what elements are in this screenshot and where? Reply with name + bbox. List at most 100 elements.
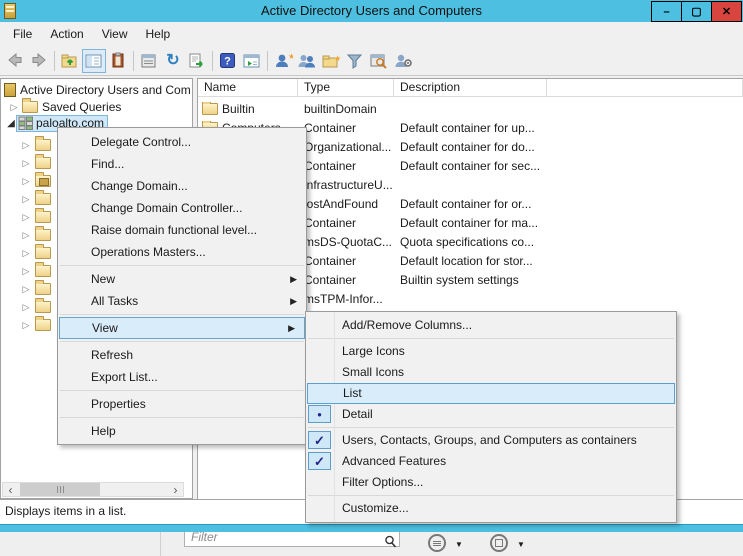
user-settings-icon[interactable] <box>391 49 415 73</box>
back-icon[interactable] <box>3 49 27 73</box>
save-icon <box>495 539 503 547</box>
title-bar: Active Directory Users and Computers – ▢… <box>0 0 743 22</box>
menu-item-new[interactable]: New <box>58 268 306 290</box>
background-divider <box>160 532 161 556</box>
new-group-icon[interactable] <box>295 49 319 73</box>
folder-icon <box>35 319 51 331</box>
folder-icon <box>202 103 218 115</box>
menu-item-operations-masters[interactable]: Operations Masters... <box>58 241 306 263</box>
filter-icon[interactable] <box>343 49 367 73</box>
find-objects-icon[interactable] <box>367 49 391 73</box>
forward-icon[interactable] <box>27 49 51 73</box>
menu-file[interactable]: File <box>4 25 41 43</box>
menu-bar: File Action View Help <box>0 22 743 46</box>
scroll-left-icon[interactable] <box>3 483 18 496</box>
context-menu: Delegate Control... Find... Change Domai… <box>57 127 307 445</box>
submenu-arrow-icon <box>290 290 297 312</box>
up-one-level-icon[interactable] <box>58 49 82 73</box>
menu-item-export-list[interactable]: Export List... <box>58 366 306 388</box>
menu-separator <box>308 338 674 339</box>
save-caret-icon[interactable] <box>517 540 525 549</box>
menu-item-properties[interactable]: Properties <box>58 393 306 415</box>
folder-icon <box>35 157 51 169</box>
view-submenu: Add/Remove Columns... Large Icons Small … <box>305 311 677 523</box>
menu-view[interactable]: View <box>93 25 137 43</box>
properties-window-icon[interactable] <box>137 49 161 73</box>
domain-icon <box>18 116 33 130</box>
menu-item-small-icons[interactable]: Small Icons <box>306 362 676 383</box>
expander-icon[interactable] <box>6 118 16 129</box>
new-ou-icon[interactable]: ★ <box>319 49 343 73</box>
submenu-arrow-icon <box>290 268 297 290</box>
tree-child-item[interactable] <box>21 136 51 154</box>
window-bottom-border <box>0 524 743 532</box>
menu-separator <box>60 417 304 418</box>
show-console-tree-icon[interactable] <box>82 49 106 73</box>
menu-item-filter-options[interactable]: Filter Options... <box>306 472 676 493</box>
tree-child-item[interactable] <box>21 190 51 208</box>
menu-item-add-remove-columns[interactable]: Add/Remove Columns... <box>306 315 676 336</box>
show-window-icon[interactable] <box>240 49 264 73</box>
menu-item-customize[interactable]: Customize... <box>306 498 676 519</box>
export-list-icon[interactable] <box>185 49 209 73</box>
folder-icon <box>35 247 51 259</box>
minimize-button[interactable]: – <box>651 1 682 22</box>
submenu-arrow-icon <box>288 318 295 338</box>
window-title: Active Directory Users and Computers <box>261 3 482 18</box>
tree-root-label: Active Directory Users and Com <box>20 83 191 97</box>
tree-child-item[interactable] <box>21 226 51 244</box>
close-button[interactable]: ✕ <box>711 1 742 22</box>
column-name[interactable]: Name <box>198 79 298 96</box>
scroll-right-icon[interactable] <box>168 483 183 496</box>
status-text: Displays items in a list. <box>5 504 126 518</box>
menu-action[interactable]: Action <box>41 25 92 43</box>
menu-separator <box>308 427 674 428</box>
menu-item-large-icons[interactable]: Large Icons <box>306 341 676 362</box>
menu-item-change-domain[interactable]: Change Domain... <box>58 175 306 197</box>
toolbar: ↻ ? ★ ★ <box>0 46 743 76</box>
menu-item-users-contacts-groups-computers[interactable]: Users, Contacts, Groups, and Computers a… <box>306 430 676 451</box>
menu-item-refresh[interactable]: Refresh <box>58 344 306 366</box>
column-type[interactable]: Type <box>298 79 394 96</box>
maximize-button[interactable]: ▢ <box>681 1 712 22</box>
properties-clipboard-icon[interactable] <box>106 49 130 73</box>
list-options-caret-icon[interactable] <box>455 540 463 549</box>
save-button[interactable] <box>490 534 508 552</box>
tree-root[interactable]: Active Directory Users and Com <box>4 81 191 99</box>
tree-child-item[interactable] <box>21 154 51 172</box>
tree-child-item[interactable] <box>21 298 51 316</box>
menu-separator <box>60 390 304 391</box>
column-description[interactable]: Description <box>394 79 547 96</box>
menu-item-list[interactable]: List <box>307 383 675 404</box>
menu-help[interactable]: Help <box>137 25 180 43</box>
help-icon[interactable]: ? <box>216 49 240 73</box>
tree-child-item[interactable] <box>21 244 51 262</box>
tree-child-item[interactable] <box>21 280 51 298</box>
menu-item-detail[interactable]: Detail <box>306 404 676 425</box>
tree-child-item[interactable] <box>21 262 51 280</box>
tree-child-item[interactable] <box>21 316 51 334</box>
list-row[interactable]: BuiltinbuiltinDomain <box>198 99 743 118</box>
menu-item-raise-domain-functional-level[interactable]: Raise domain functional level... <box>58 219 306 241</box>
menu-item-all-tasks[interactable]: All Tasks <box>58 290 306 312</box>
expander-icon[interactable] <box>9 102 19 113</box>
menu-item-help[interactable]: Help <box>58 420 306 442</box>
menu-item-advanced-features[interactable]: Advanced Features <box>306 451 676 472</box>
horizontal-scrollbar[interactable] <box>2 482 184 497</box>
scrollbar-thumb[interactable] <box>20 483 100 496</box>
folder-icon <box>35 265 51 277</box>
menu-separator <box>60 265 304 266</box>
menu-separator <box>308 495 674 496</box>
menu-item-find[interactable]: Find... <box>58 153 306 175</box>
refresh-icon[interactable]: ↻ <box>161 49 185 73</box>
list-options-button[interactable] <box>428 534 446 552</box>
menu-item-view[interactable]: View <box>59 317 305 339</box>
new-user-icon[interactable]: ★ <box>271 49 295 73</box>
radio-selected-icon <box>308 405 331 423</box>
menu-item-delegate-control[interactable]: Delegate Control... <box>58 131 306 153</box>
tree-child-item[interactable] <box>21 208 51 226</box>
list-header: Name Type Description <box>198 79 743 97</box>
tree-child-item[interactable] <box>21 172 51 190</box>
search-icon[interactable] <box>384 535 397 548</box>
menu-item-change-domain-controller[interactable]: Change Domain Controller... <box>58 197 306 219</box>
